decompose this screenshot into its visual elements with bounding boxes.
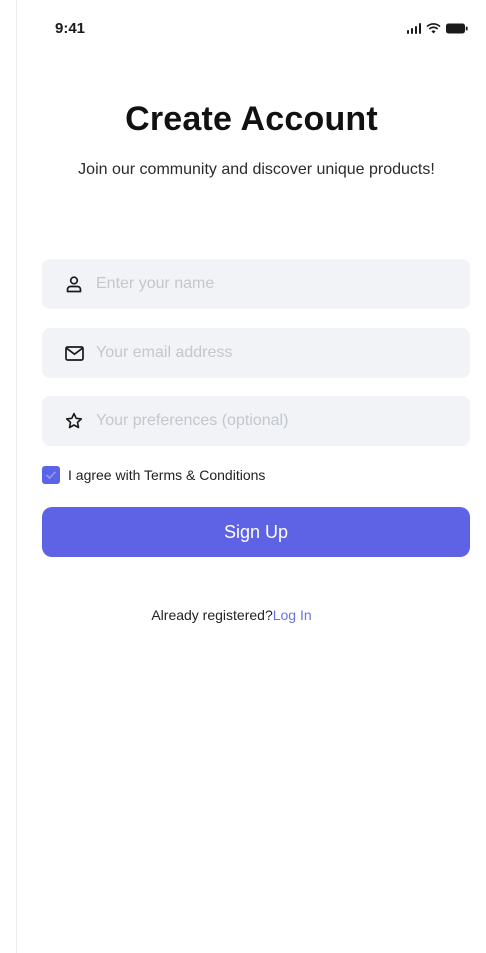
terms-checkbox[interactable] bbox=[42, 466, 60, 484]
star-icon bbox=[63, 410, 85, 432]
page-title: Create Account bbox=[125, 100, 378, 138]
preferences-input[interactable] bbox=[96, 412, 456, 430]
signup-screen: 9:41 Create Account Join our community a bbox=[17, 0, 486, 953]
sign-up-button[interactable]: Sign Up bbox=[42, 507, 470, 557]
preferences-field[interactable] bbox=[42, 396, 470, 446]
login-prompt-text: Already registered? bbox=[151, 607, 273, 623]
battery-icon bbox=[446, 23, 468, 34]
status-time: 9:41 bbox=[55, 20, 86, 37]
terms-label[interactable]: I agree with Terms & Conditions bbox=[68, 467, 265, 483]
check-icon bbox=[45, 471, 57, 480]
log-in-link[interactable]: Log In bbox=[273, 607, 312, 623]
name-field[interactable] bbox=[42, 259, 470, 309]
page-subtitle: Join our community and discover unique p… bbox=[78, 161, 435, 178]
email-input[interactable] bbox=[96, 344, 456, 362]
signal-icon bbox=[406, 23, 421, 34]
status-bar: 9:41 bbox=[17, 18, 486, 42]
terms-row: I agree with Terms & Conditions bbox=[42, 466, 265, 484]
mail-icon bbox=[63, 342, 85, 364]
user-icon bbox=[63, 273, 85, 295]
name-input[interactable] bbox=[96, 275, 456, 293]
email-field[interactable] bbox=[42, 328, 470, 378]
login-prompt-row: Already registered?Log In bbox=[17, 607, 486, 623]
wifi-icon bbox=[426, 23, 441, 34]
status-icons bbox=[406, 23, 469, 34]
